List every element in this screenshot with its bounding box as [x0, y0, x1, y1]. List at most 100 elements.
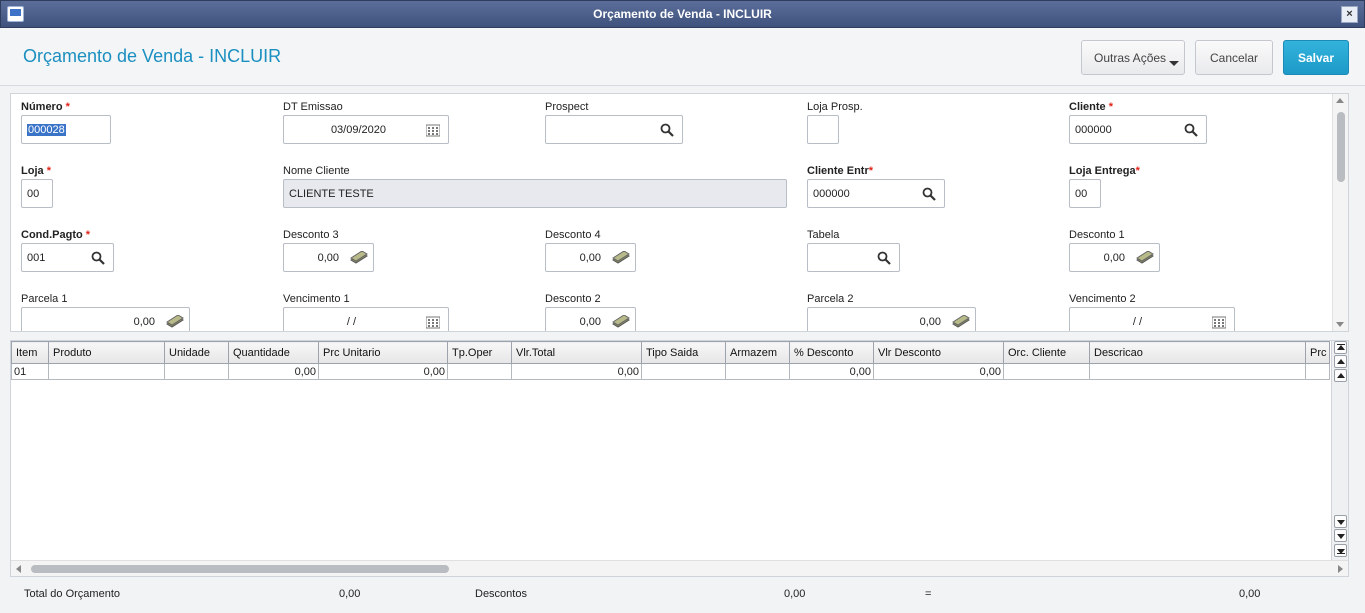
required-mark: * — [868, 165, 874, 177]
prospect-input[interactable] — [545, 115, 683, 144]
col-header-armazem[interactable]: Armazem — [725, 341, 790, 364]
desconto2-field: Desconto 2 0,00 — [545, 293, 645, 331]
vencimento1-value: / / — [346, 315, 356, 328]
col-header-pct-desconto[interactable]: % Desconto — [789, 341, 874, 364]
search-icon[interactable] — [1184, 123, 1198, 137]
parcela1-value: 0,00 — [133, 315, 155, 328]
cliente-input[interactable]: 000000 — [1069, 115, 1207, 144]
grid-last-icon[interactable] — [1334, 544, 1347, 557]
table-row[interactable]: 01 0,00 0,00 0,00 0,00 0,00 — [11, 363, 1330, 380]
cancelar-button[interactable]: Cancelar — [1195, 40, 1273, 75]
cell-orc-cliente[interactable] — [1003, 363, 1090, 380]
desconto3-value: 0,00 — [317, 251, 339, 264]
cell-vlr-desconto[interactable]: 0,00 — [873, 363, 1004, 380]
calendar-icon[interactable] — [426, 123, 440, 137]
loja-entrega-field: Loja Entrega* 00 — [1069, 165, 1169, 209]
numero-input[interactable]: 000028 — [21, 115, 111, 144]
calendar-icon[interactable] — [1212, 315, 1226, 329]
outras-acoes-label: Outras Ações — [1094, 50, 1167, 65]
search-icon[interactable] — [877, 251, 891, 265]
money-icon[interactable] — [350, 251, 368, 265]
parcela1-label: Parcela 1 — [21, 293, 68, 305]
col-header-produto[interactable]: Produto — [48, 341, 165, 364]
required-mark: * — [85, 229, 91, 241]
cell-tp-oper[interactable] — [447, 363, 512, 380]
money-icon[interactable] — [1136, 251, 1154, 265]
grid-page-up-icon[interactable] — [1334, 355, 1347, 368]
desconto1-label: Desconto 1 — [1069, 229, 1125, 241]
search-icon[interactable] — [660, 123, 674, 137]
col-header-tp-oper[interactable]: Tp.Oper — [447, 341, 512, 364]
desconto2-input[interactable]: 0,00 — [545, 307, 636, 331]
money-icon[interactable] — [166, 315, 184, 329]
cell-quantidade[interactable]: 0,00 — [228, 363, 319, 380]
search-icon[interactable] — [922, 187, 936, 201]
items-grid-panel: Item Produto Unidade Quantidade Prc Unit… — [10, 340, 1349, 577]
col-header-prc-unitario[interactable]: Prc Unitario — [318, 341, 448, 364]
cliente-entr-input[interactable]: 000000 — [807, 179, 945, 208]
cell-descricao[interactable] — [1089, 363, 1306, 380]
grid-first-icon[interactable] — [1334, 341, 1347, 354]
cond-pagto-input[interactable]: 001 — [21, 243, 114, 272]
close-window-button[interactable]: × — [1341, 6, 1358, 23]
grid-page-down-icon[interactable] — [1334, 529, 1347, 542]
window-titlebar: Orçamento de Venda - INCLUIR × — [0, 0, 1365, 28]
cell-prc-unitario[interactable]: 0,00 — [318, 363, 448, 380]
money-icon[interactable] — [612, 315, 630, 329]
scroll-up-arrow-icon[interactable] — [1336, 98, 1344, 103]
total-orcamento-label: Total do Orçamento — [24, 588, 120, 600]
outras-acoes-button[interactable]: Outras Ações — [1081, 40, 1185, 75]
desconto4-label: Desconto 4 — [545, 229, 601, 241]
dt-emissao-input[interactable]: 03/09/2020 — [283, 115, 449, 144]
cliente-entr-label: Cliente Entr — [807, 165, 869, 177]
col-header-vlr-total[interactable]: Vlr.Total — [511, 341, 642, 364]
loja-entrega-input[interactable]: 00 — [1069, 179, 1101, 208]
vencimento1-input[interactable]: / / — [283, 307, 449, 331]
loja-input[interactable]: 00 — [21, 179, 53, 208]
grid-row-up-icon[interactable] — [1334, 369, 1347, 382]
nome-cliente-value: CLIENTE TESTE — [289, 187, 374, 200]
col-header-quantidade[interactable]: Quantidade — [228, 341, 319, 364]
col-header-descricao[interactable]: Descricao — [1089, 341, 1306, 364]
scroll-thumb[interactable] — [31, 565, 449, 573]
scroll-thumb[interactable] — [1337, 112, 1345, 182]
desconto1-input[interactable]: 0,00 — [1069, 243, 1160, 272]
loja-value: 00 — [27, 187, 40, 200]
cell-vlr-total[interactable]: 0,00 — [511, 363, 642, 380]
cliente-value: 000000 — [1075, 123, 1112, 136]
col-header-item[interactable]: Item — [11, 341, 49, 364]
loja-prosp-input[interactable] — [807, 115, 839, 144]
desconto3-input[interactable]: 0,00 — [283, 243, 374, 272]
cell-prc[interactable] — [1305, 363, 1330, 380]
cell-unidade[interactable] — [164, 363, 229, 380]
search-icon[interactable] — [91, 251, 105, 265]
cell-armazem[interactable] — [725, 363, 790, 380]
tabela-input[interactable] — [807, 243, 900, 272]
scroll-right-arrow-icon[interactable] — [1338, 565, 1343, 573]
vencimento2-input[interactable]: / / — [1069, 307, 1235, 331]
parcela1-input[interactable]: 0,00 — [21, 307, 190, 331]
money-icon[interactable] — [612, 251, 630, 265]
grid-row-down-icon[interactable] — [1334, 515, 1347, 528]
cell-pct-desconto[interactable]: 0,00 — [789, 363, 874, 380]
col-header-tipo-saida[interactable]: Tipo Saida — [641, 341, 726, 364]
col-header-vlr-desconto[interactable]: Vlr Desconto — [873, 341, 1004, 364]
col-header-prc[interactable]: Prc — [1305, 341, 1330, 364]
desconto1-value: 0,00 — [1103, 251, 1125, 264]
grid-horizontal-scrollbar[interactable] — [11, 560, 1348, 576]
col-header-orc-cliente[interactable]: Orc. Cliente — [1003, 341, 1090, 364]
calendar-icon[interactable] — [426, 315, 440, 329]
col-header-unidade[interactable]: Unidade — [164, 341, 229, 364]
cell-item[interactable]: 01 — [11, 363, 49, 380]
cell-produto[interactable] — [48, 363, 165, 380]
salvar-button[interactable]: Salvar — [1283, 40, 1349, 75]
page-header: Orçamento de Venda - INCLUIR Outras Açõe… — [0, 28, 1365, 86]
cond-pagto-label: Cond.Pagto — [21, 229, 83, 241]
desconto4-input[interactable]: 0,00 — [545, 243, 636, 272]
cell-tipo-saida[interactable] — [641, 363, 726, 380]
scroll-down-arrow-icon[interactable] — [1336, 322, 1344, 327]
parcela2-input[interactable]: 0,00 — [807, 307, 976, 331]
scroll-left-arrow-icon[interactable] — [16, 565, 21, 573]
form-vertical-scrollbar[interactable] — [1332, 94, 1348, 331]
money-icon[interactable] — [952, 315, 970, 329]
